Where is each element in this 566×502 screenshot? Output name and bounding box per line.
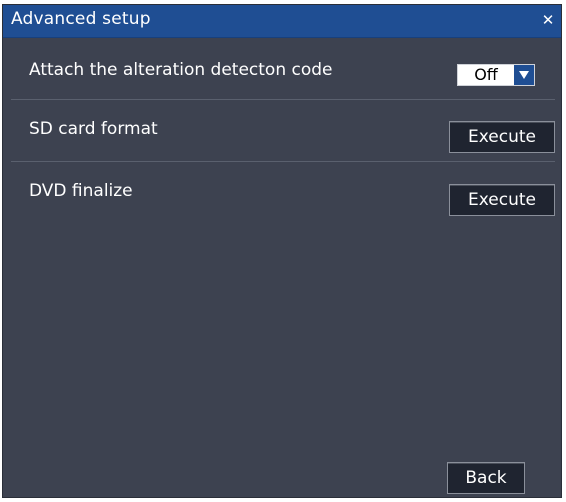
alteration-detection-select[interactable]: Off [457,64,535,86]
dialog-title: Advanced setup [11,9,151,29]
setting-row-sd-card-format: SD card format Execute [11,101,555,162]
title-bar: Advanced setup ✕ [3,5,561,38]
setting-row-dvd-finalize: DVD finalize Execute [11,163,555,223]
setting-row-alteration-detection: Attach the alteration detecton code Off [11,39,555,100]
triangle-down-icon [519,71,529,79]
advanced-setup-dialog: Advanced setup ✕ Attach the alteration d… [2,4,562,498]
dropdown-arrow-icon [514,65,534,85]
back-button[interactable]: Back [447,462,525,494]
sd-card-format-execute-button[interactable]: Execute [449,121,555,153]
select-value: Off [458,65,514,85]
close-icon[interactable]: ✕ [541,13,555,28]
setting-label: SD card format [29,119,158,139]
dvd-finalize-execute-button[interactable]: Execute [449,184,555,216]
setting-label: Attach the alteration detecton code [29,60,333,80]
setting-label: DVD finalize [29,181,133,201]
